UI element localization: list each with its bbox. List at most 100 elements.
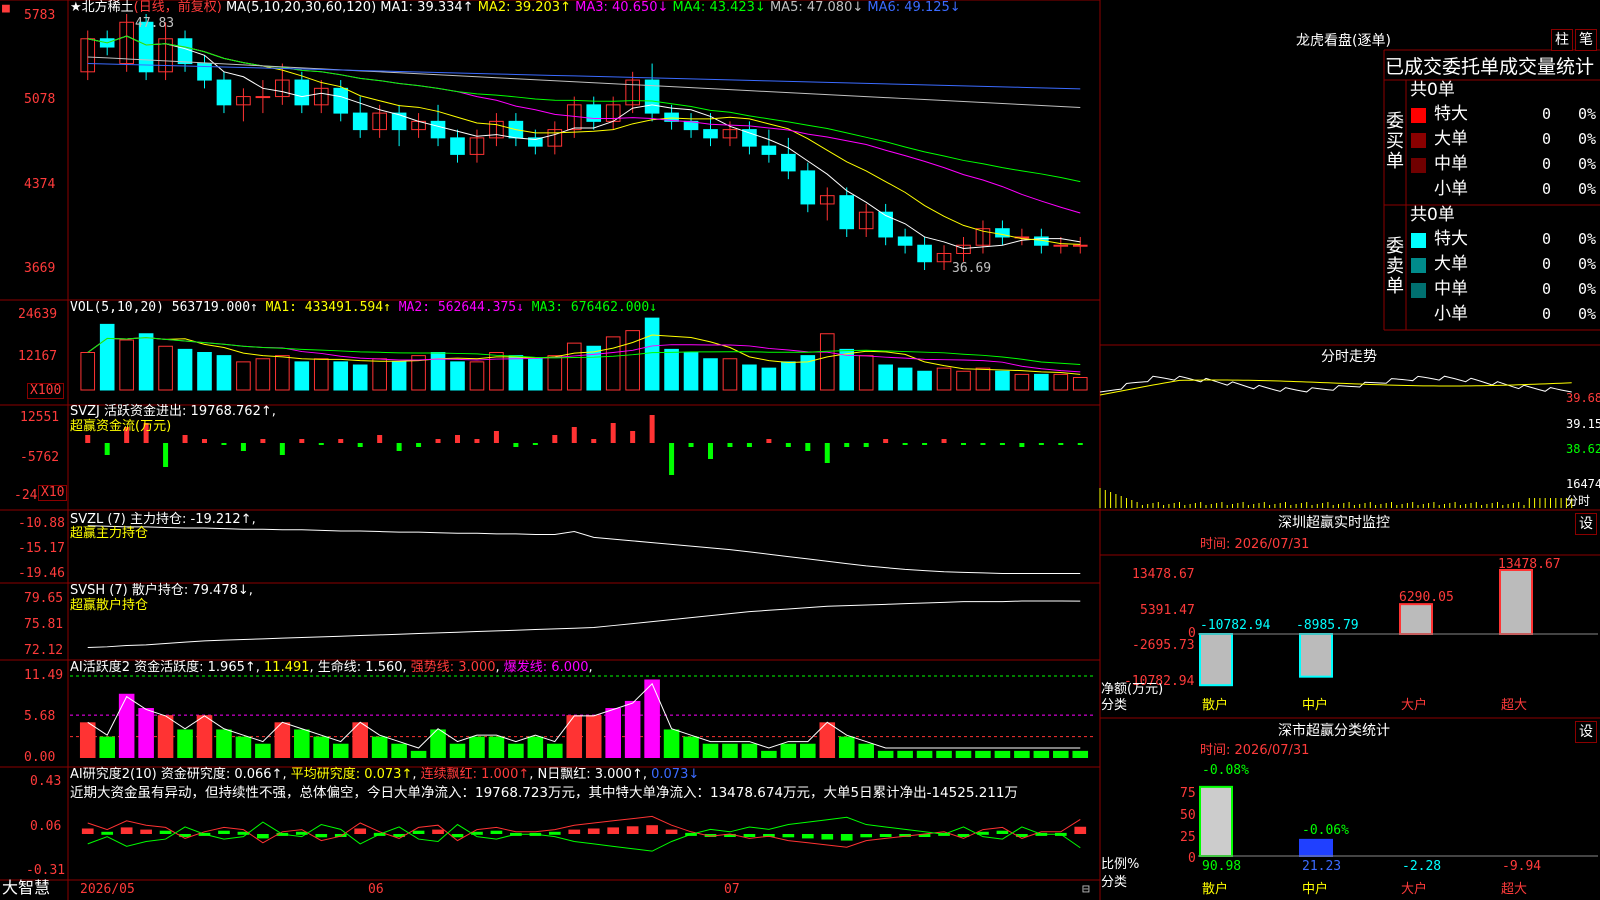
- volume-bar: [936, 367, 952, 391]
- sz-class-settings-button[interactable]: 设: [1575, 721, 1597, 743]
- svzj-bar: [474, 439, 480, 443]
- candle-body: [177, 38, 193, 65]
- sz-monitor-cat-3: 大户: [1401, 698, 1428, 713]
- volume-bar: [625, 330, 640, 391]
- svzl-sub: 超赢主力持仓: [70, 526, 149, 541]
- svzj-title: SVZJ: [70, 404, 100, 419]
- ai-commentary: 近期大资金虽有异动，但持续性不强，总体偏空，今日大单净流入：19768.723万…: [70, 785, 1018, 801]
- ai-active-bar: [975, 750, 991, 758]
- volume-bar: [956, 370, 971, 391]
- ai-active-bar: [235, 736, 252, 758]
- buy-row-p: 0%: [1578, 155, 1597, 173]
- app-logo: 大智慧: [2, 878, 51, 897]
- candle-body: [917, 244, 932, 263]
- candle-body: [742, 129, 757, 147]
- svzj-bar: [299, 439, 305, 443]
- price-tick-3: 4374: [24, 177, 56, 192]
- buy-row-p: 0%: [1578, 130, 1597, 148]
- ai-active-bar: [508, 743, 524, 758]
- volume-bar: [742, 364, 757, 391]
- fenshi-tick-1: 39.68: [1566, 391, 1600, 405]
- ai-active-bar: [449, 743, 466, 758]
- fenshi-price-line: [1099, 375, 1572, 393]
- svzj-sub: 超赢资金流(万元): [70, 419, 172, 434]
- sz-monitor-settings-button[interactable]: 设: [1575, 513, 1597, 535]
- ai-active-bar: [955, 750, 972, 758]
- svzj-bar: [1058, 443, 1064, 445]
- ai-active-e: 爆发线: 6.000: [503, 660, 589, 675]
- svzj-bar: [1019, 443, 1025, 447]
- sell-swatch-0: [1411, 233, 1426, 248]
- sell-row-label: 小单: [1434, 304, 1468, 324]
- svzj-bar: [591, 439, 597, 443]
- stock-name[interactable]: 北方稀土: [82, 0, 134, 15]
- ai-research-header: AI研究度2(10) 资金研究度: 0.066↑, 平均研究度: 0.073↑,…: [70, 767, 700, 782]
- scroll-lock-icon[interactable]: ⊟: [1082, 883, 1090, 897]
- svzj-bar: [338, 439, 344, 443]
- svzj-bar: [240, 443, 246, 451]
- svzj-bar: [844, 443, 850, 447]
- svzj-bar: [396, 443, 402, 451]
- ai-active-bar: [547, 743, 563, 758]
- vol-tick-1: 24639: [18, 307, 58, 322]
- ai-research-bar: [315, 834, 328, 838]
- svzj-bar: [416, 443, 422, 447]
- buy-row-n: 0: [1542, 105, 1552, 123]
- candle-body: [781, 153, 796, 172]
- svzj-bar: [727, 443, 733, 447]
- sz-monitor-tick-4: -2695.73: [1132, 638, 1195, 653]
- volume-bar: [664, 348, 679, 391]
- candle-body: [391, 112, 407, 131]
- buy-swatch-3: [1411, 183, 1426, 198]
- svzj-bar: [260, 439, 266, 443]
- svzj-bar: [610, 423, 616, 443]
- svzj-tick-2: -5762: [20, 450, 60, 465]
- svzj-bar: [221, 443, 227, 445]
- sell-total: 共0单: [1410, 205, 1455, 225]
- buy-row-label: 中单: [1434, 154, 1468, 174]
- sz-class-bar: [1199, 785, 1233, 858]
- sell-row-p: 0%: [1578, 305, 1597, 323]
- volume-bar: [566, 342, 582, 391]
- svzj-bar: [999, 443, 1005, 445]
- ai-active-bar: [1033, 750, 1050, 758]
- sz-monitor-value-4: 13478.67: [1498, 557, 1561, 572]
- volume-bar: [469, 361, 485, 391]
- ai-research-bar: [860, 834, 873, 838]
- ma-line-120: [87, 63, 1081, 90]
- sell-row-label: 中单: [1434, 279, 1468, 299]
- ai-active-bar: [138, 708, 154, 758]
- ai-research-bar: [743, 834, 756, 837]
- ai-research-bar: [782, 834, 795, 838]
- sz-class-tick-4: 0: [1188, 851, 1196, 866]
- sz-monitor-value-3: 6290.05: [1399, 590, 1454, 605]
- ai-active-bar: [644, 679, 660, 758]
- ai-active-bar: [761, 750, 777, 758]
- sell-row-p: 0%: [1578, 230, 1597, 248]
- volume-bar: [995, 370, 1010, 391]
- ai-active-bar: [391, 743, 407, 758]
- volume-bar: [781, 361, 796, 391]
- pen-mode-button[interactable]: 笔: [1575, 29, 1597, 51]
- sz-monitor-value-2: -8985.79: [1296, 618, 1359, 633]
- ai-active-bar: [371, 736, 388, 758]
- price-tick-4: 3669: [24, 261, 56, 276]
- sz-monitor-title: 深圳超赢实时监控: [1278, 515, 1390, 531]
- svzl-header: SVZL (7) 主力持仓: -19.212↑,: [70, 513, 256, 527]
- bar-mode-button[interactable]: 柱: [1551, 29, 1573, 51]
- sz-class-tick-2: 50: [1180, 808, 1196, 823]
- buy-row-n: 0: [1542, 180, 1552, 198]
- svzj-tick-1: 12551: [20, 410, 60, 425]
- sz-class-value-1: 90.98: [1202, 859, 1242, 874]
- svsh-line: [87, 600, 1081, 648]
- ai-active-bar: [877, 750, 894, 758]
- volume-bar: [878, 364, 893, 391]
- ai-active-bar: [800, 743, 816, 758]
- svzj-bar: [85, 435, 91, 443]
- volume-bar: [313, 358, 329, 391]
- ai-active-bar: [1014, 750, 1030, 758]
- svzj-bar: [708, 443, 713, 459]
- svzj-bar: [552, 435, 558, 443]
- buy-row-label: 特大: [1434, 104, 1468, 124]
- svzj-bar: [961, 443, 966, 445]
